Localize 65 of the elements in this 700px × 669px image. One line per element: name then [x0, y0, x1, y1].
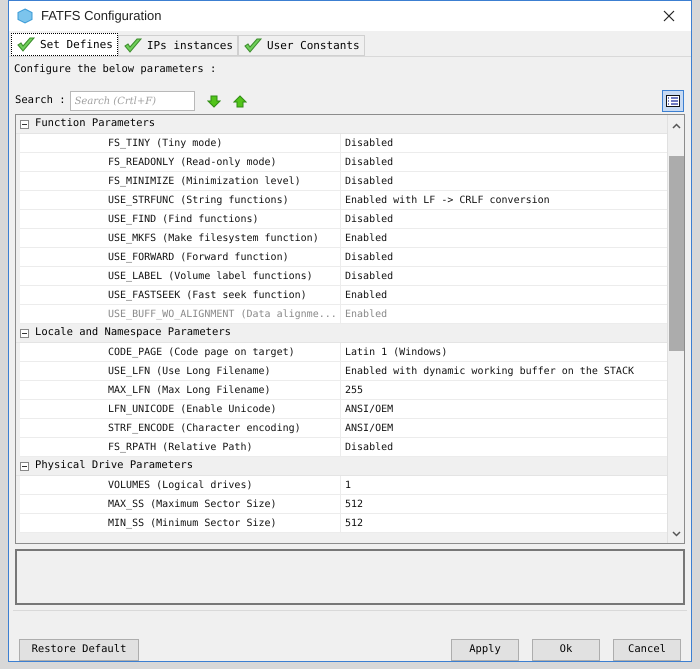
parameter-name: LFN_UNICODE (Enable Unicode): [108, 400, 341, 418]
collapse-icon[interactable]: [20, 120, 29, 128]
parameter-value[interactable]: Enabled: [341, 286, 388, 304]
collapse-icon[interactable]: [20, 328, 29, 338]
parameter-value[interactable]: Disabled: [341, 153, 394, 171]
parameter-name: VOLUMES (Logical drives): [108, 476, 341, 494]
parameter-value[interactable]: 512: [341, 495, 364, 513]
arrow-down-icon[interactable]: [206, 94, 221, 108]
close-icon[interactable]: [663, 10, 675, 22]
parameter-value[interactable]: Disabled: [341, 134, 394, 152]
parameter-value[interactable]: Disabled: [341, 210, 394, 228]
list-icon: [666, 95, 680, 107]
search-label: Search :: [15, 93, 66, 108]
tab[interactable]: IPs instances: [118, 35, 238, 56]
parameter-value[interactable]: 512: [341, 514, 364, 532]
tab[interactable]: User Constants: [238, 35, 365, 56]
parameter-name: USE_MKFS (Make filesystem function): [108, 229, 341, 247]
parameter-value[interactable]: Disabled: [341, 172, 394, 190]
search-field[interactable]: Search (Crtl+F): [70, 91, 195, 111]
parameter-value[interactable]: 255: [341, 381, 364, 399]
parameter-value[interactable]: Enabled with LF -> CRLF conversion: [341, 191, 550, 209]
parameter-name: USE_FORWARD (Forward function): [108, 248, 341, 266]
scrollbar[interactable]: [667, 115, 684, 543]
ok-button[interactable]: Ok: [532, 639, 600, 661]
list-view-button[interactable]: [662, 90, 684, 112]
parameter-name: USE_FIND (Find functions): [108, 210, 341, 228]
checkmark-icon: [16, 36, 36, 54]
checkmark-icon: [122, 36, 143, 55]
parameter-name: MIN_SS (Minimum Sector Size): [108, 514, 341, 532]
parameter-value[interactable]: ANSI/OEM: [341, 400, 394, 418]
group-header[interactable]: Locale and Namespace Parameters: [16, 324, 667, 343]
parameter-value[interactable]: Disabled: [341, 248, 394, 266]
parameter-name: MAX_SS (Maximum Sector Size): [108, 495, 341, 513]
tab[interactable]: Set Defines: [11, 33, 118, 56]
checkmark-icon: [242, 36, 263, 55]
parameter-name: FS_TINY (Tiny mode): [108, 134, 341, 152]
parameter-name: USE_STRFUNC (String functions): [108, 191, 341, 209]
group-header[interactable]: Function Parameters: [16, 115, 667, 134]
apply-button[interactable]: Apply: [451, 639, 519, 661]
parameter-name: USE_BUFF_WO_ALIGNMENT (Data alignme...: [108, 305, 341, 323]
instruction-text: Configure the below parameters :: [14, 62, 218, 78]
parameter-value[interactable]: Disabled: [341, 438, 394, 456]
parameter-name: FS_MINIMIZE (Minimization level): [108, 172, 341, 190]
parameter-value[interactable]: Latin 1 (Windows): [341, 343, 448, 361]
restore-default-button[interactable]: Restore Default: [19, 639, 139, 661]
group-header[interactable]: Physical Drive Parameters: [16, 457, 667, 476]
parameter-value[interactable]: 1: [341, 476, 352, 494]
parameter-name: CODE_PAGE (Code page on target): [108, 343, 341, 361]
parameter-value[interactable]: Enabled with dynamic working buffer on the STACK: [341, 362, 634, 380]
parameter-name: FS_READONLY (Read-only mode): [108, 153, 341, 171]
cancel-button[interactable]: Cancel: [613, 639, 681, 661]
collapse-icon[interactable]: [20, 462, 29, 470]
parameter-name: STRF_ENCODE (Character encoding): [108, 419, 341, 437]
parameter-name: USE_LABEL (Volume label functions): [108, 267, 341, 285]
arrow-up-icon[interactable]: [232, 94, 247, 108]
scroll-down-icon[interactable]: [672, 531, 680, 537]
parameter-value[interactable]: Enabled: [341, 229, 388, 247]
parameter-name: MAX_LFN (Max Long Filename): [108, 381, 341, 399]
parameter-value[interactable]: ANSI/OEM: [341, 419, 394, 437]
parameter-name: USE_LFN (Use Long Filename): [108, 362, 341, 380]
scroll-up-icon[interactable]: [672, 123, 680, 129]
parameter-value[interactable]: Disabled: [341, 267, 394, 285]
parameter-name: FS_RPATH (Relative Path): [108, 438, 341, 456]
window-title: FATFS Configuration: [41, 7, 162, 26]
parameter-name: USE_FASTSEEK (Fast seek function): [108, 286, 341, 304]
